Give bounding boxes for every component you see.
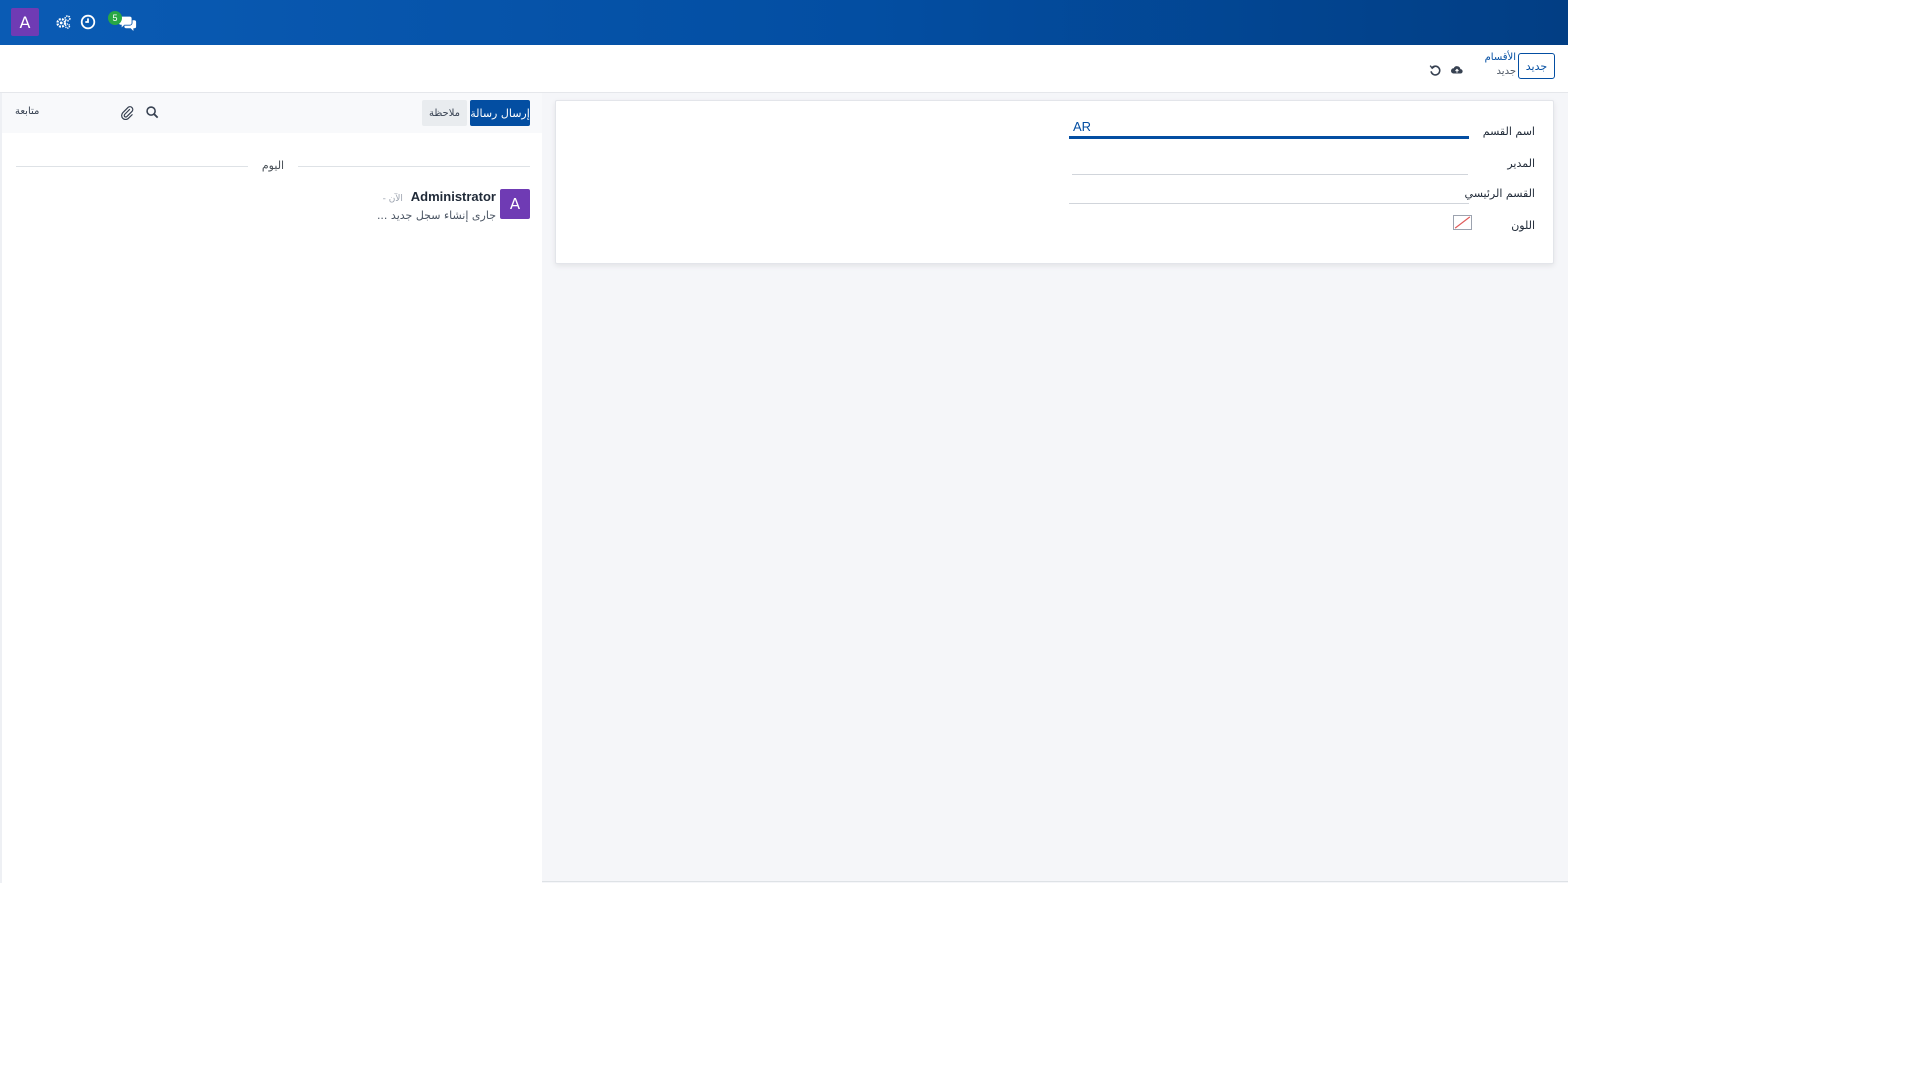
cogs-icon[interactable] (54, 13, 72, 31)
log-note-button[interactable]: ملاحظة (422, 100, 467, 126)
breadcrumb: الأقسام جديد (1466, 51, 1516, 79)
divider (542, 881, 1568, 882)
chatter-panel: إرسال رسالة ملاحظة متابعة اليوم A - الآن… (0, 93, 544, 883)
paperclip-icon[interactable] (120, 105, 135, 120)
new-button[interactable]: جديد (1518, 53, 1555, 79)
user-avatar[interactable]: A (11, 8, 39, 36)
message-header: - الآن Administrator (383, 189, 496, 204)
date-separator: اليوم (16, 159, 530, 173)
message-author[interactable]: Administrator (411, 189, 496, 204)
parent-field[interactable] (1069, 182, 1469, 204)
name-field[interactable] (1069, 117, 1469, 139)
search-icon[interactable] (145, 105, 160, 120)
undo-icon[interactable] (1428, 63, 1442, 77)
send-message-button[interactable]: إرسال رسالة (470, 100, 530, 126)
list-item: A - الآن Administrator جارى إنشاء سجل جد… (302, 189, 530, 229)
form-area: اسم القسم المدير القسم الرئيسي اللون (542, 93, 1568, 883)
chatter-topbar: إرسال رسالة ملاحظة متابعة (2, 93, 544, 133)
top-navbar: A 5 (0, 0, 1568, 45)
color-picker[interactable] (1453, 215, 1472, 230)
avatar[interactable]: A (500, 189, 530, 219)
follow-button[interactable]: متابعة (15, 106, 39, 117)
control-panel: جديد الأقسام جديد (0, 45, 1568, 93)
form-sheet: اسم القسم المدير القسم الرئيسي اللون (555, 100, 1554, 264)
breadcrumb-current: جديد (1496, 66, 1516, 77)
manager-field[interactable] (1072, 153, 1468, 175)
breadcrumb-parent[interactable]: الأقسام (1466, 51, 1516, 65)
clock-icon[interactable] (79, 13, 97, 31)
cloud-upload-icon[interactable] (1450, 63, 1464, 77)
message-body: جارى إنشاء سجل جديد ... (376, 209, 496, 222)
messages-badge: 5 (108, 11, 122, 25)
message-time: - الآن (382, 194, 403, 204)
date-separator-label: اليوم (261, 159, 285, 172)
